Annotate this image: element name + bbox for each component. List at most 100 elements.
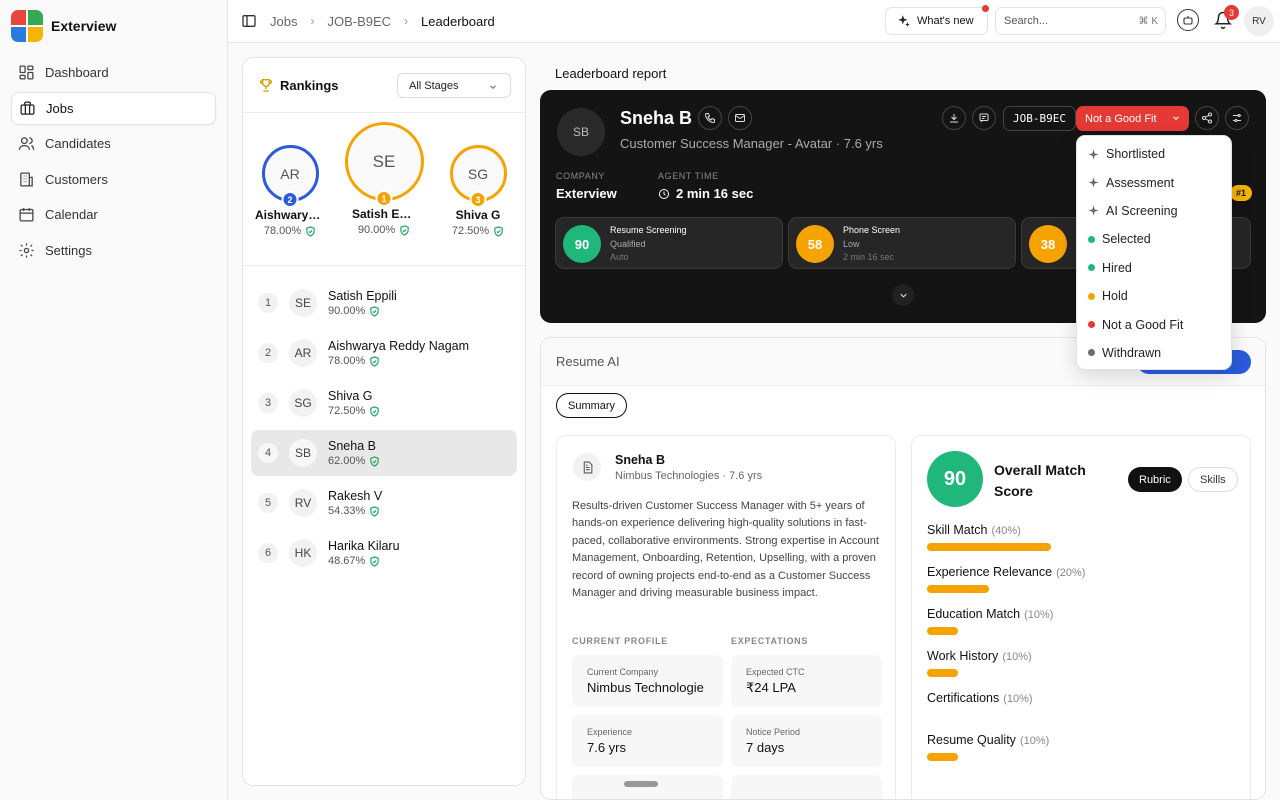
- menu-item-selected[interactable]: Selected: [1077, 225, 1231, 253]
- resume-ai-card: Resume AI Summary Sneha B Nimbus Technol…: [540, 337, 1266, 800]
- shield-check-icon: [370, 455, 380, 467]
- criterion-weight: (40%): [991, 525, 1021, 537]
- filter-settings-button[interactable]: [1225, 106, 1249, 130]
- menu-item-not-a-good-fit[interactable]: Not a Good Fit: [1077, 310, 1231, 338]
- stage-score: 58: [796, 225, 834, 263]
- search-input[interactable]: Search... ⌘ K: [995, 7, 1166, 35]
- breadcrumb-jobs[interactable]: Jobs: [270, 14, 297, 29]
- stage-title: Phone Screen: [843, 225, 901, 235]
- avatar-initials: AR: [280, 165, 300, 182]
- email-button[interactable]: [728, 106, 752, 130]
- score-value: 90.00%: [357, 224, 396, 236]
- stage-filter-select[interactable]: All Stages: [397, 73, 511, 98]
- podium-name: Shiva G: [455, 208, 501, 222]
- menu-item-label: Assessment: [1106, 175, 1175, 190]
- list-item[interactable]: 3 SG Shiva G 72.50%: [251, 380, 517, 426]
- phone-button[interactable]: [698, 106, 722, 130]
- sidebar-item-jobs[interactable]: Jobs: [11, 91, 216, 125]
- company-label: COMPANY: [556, 171, 606, 181]
- notice-period-field: Notice Period 7 days: [731, 715, 882, 767]
- menu-item-assessment[interactable]: Assessment: [1077, 168, 1231, 196]
- criterion-bar: [927, 753, 958, 761]
- podium-second[interactable]: AR 2 Aishwarya Reddy Nagam 78.00%: [255, 145, 325, 237]
- notes-button[interactable]: [972, 106, 996, 130]
- sparkle-icon: [1088, 205, 1099, 217]
- sidebar-item-customers[interactable]: Customers: [11, 163, 216, 196]
- rank-number: 4: [258, 443, 278, 463]
- avatar: HK: [289, 539, 317, 567]
- avatar-initials: SG: [467, 165, 489, 182]
- sidebar-toggle-icon[interactable]: [241, 13, 257, 29]
- breadcrumb-job-id[interactable]: JOB-B9EC: [327, 14, 391, 29]
- list-item[interactable]: 5 RV Rakesh V 54.33%: [251, 480, 517, 526]
- criterion-name: Work History: [927, 649, 999, 663]
- scroll-indicator[interactable]: [624, 781, 658, 787]
- stage-score: 90: [563, 225, 601, 263]
- score-value: 78.00%: [263, 225, 302, 237]
- field-value: Nimbus Technologie: [587, 680, 704, 695]
- sparkle-icon: [1088, 149, 1099, 160]
- chevron-down-icon: [899, 293, 907, 298]
- stage-card-resume-screening[interactable]: 90 Resume Screening Qualified Auto: [555, 217, 783, 269]
- menu-item-shortlisted[interactable]: Shortlisted: [1077, 140, 1231, 168]
- criterion-bar: [927, 543, 1051, 551]
- menu-item-hired[interactable]: Hired: [1077, 254, 1231, 282]
- stage-title: Resume Screening: [610, 225, 687, 235]
- criterion-education-match: Education Match (10%): [927, 606, 1053, 635]
- download-button[interactable]: [942, 106, 966, 130]
- score-value: 72.50%: [451, 225, 490, 237]
- avatar: SB: [557, 108, 605, 156]
- agent-time-value: 2 min 16 sec: [676, 186, 754, 201]
- brand[interactable]: Exterview: [0, 0, 227, 52]
- agent-time: 2 min 16 sec: [658, 186, 753, 201]
- tab-summary[interactable]: Summary: [556, 393, 628, 418]
- menu-item-withdrawn[interactable]: Withdrawn: [1077, 339, 1231, 367]
- menu-item-label: Selected: [1102, 232, 1151, 247]
- rankings-title: Rankings: [280, 77, 339, 93]
- user-avatar[interactable]: RV: [1244, 6, 1274, 36]
- stage-detail: Auto: [610, 252, 629, 262]
- whats-new-button[interactable]: What's new: [885, 5, 989, 35]
- menu-item-label: Withdrawn: [1102, 345, 1162, 360]
- list-item[interactable]: 6 HK Harika Kilaru 48.67%: [251, 530, 517, 576]
- expand-button[interactable]: [892, 284, 914, 306]
- shield-check-icon: [494, 225, 503, 237]
- criterion-certifications: Certifications (10%): [927, 690, 1033, 719]
- sidebar-item-settings[interactable]: Settings: [11, 234, 216, 267]
- stage-card-phone-screen[interactable]: 58 Phone Screen Low 2 min 16 sec: [788, 217, 1016, 269]
- download-icon: [950, 114, 958, 123]
- criterion-name: Education Match: [927, 607, 1021, 621]
- tab-skills[interactable]: Skills: [1188, 467, 1238, 492]
- list-item[interactable]: 2 AR Aishwarya Reddy Nagam 78.00%: [251, 330, 517, 376]
- company-value: Exterview: [556, 186, 617, 201]
- status-dropdown-button[interactable]: Not a Good Fit: [1076, 106, 1189, 131]
- criterion-bar: [927, 669, 958, 677]
- menu-item-ai-screening[interactable]: AI Screening: [1077, 197, 1231, 225]
- share-button[interactable]: [1195, 106, 1219, 130]
- status-dot: [1088, 264, 1095, 272]
- sidebar-item-dashboard[interactable]: Dashboard: [11, 56, 216, 89]
- status-menu: Shortlisted Assessment AI Screening Sele…: [1076, 135, 1232, 370]
- podium-third[interactable]: SG 3 Shiva G 72.50%: [443, 145, 513, 237]
- podium-score: 78.00%: [255, 225, 325, 237]
- rank-number: 6: [258, 543, 278, 563]
- sidebar-item-calendar[interactable]: Calendar: [11, 198, 216, 231]
- sidebar-item-candidates[interactable]: Candidates: [11, 127, 216, 160]
- criterion-experience-relevance: Experience Relevance (20%): [927, 564, 1085, 593]
- podium-first[interactable]: SE 1 Satish Eppili 90.00%: [343, 122, 425, 236]
- agent-time-label: AGENT TIME: [658, 171, 719, 181]
- candidate-name: Sneha B: [328, 439, 376, 453]
- report-title: Leaderboard report: [555, 66, 667, 81]
- avatar: RV: [289, 489, 317, 517]
- podium-name: Satish Eppili: [352, 207, 416, 221]
- criterion-bar: [927, 627, 958, 635]
- list-item[interactable]: 1 SE Satish Eppili 90.00%: [251, 280, 517, 326]
- score-value: 54.33%: [328, 505, 366, 517]
- assistant-bot-icon[interactable]: [1177, 9, 1199, 31]
- tab-rubric[interactable]: Rubric: [1128, 467, 1182, 492]
- menu-item-hold[interactable]: Hold: [1077, 282, 1231, 310]
- info-box-placeholder: [731, 775, 882, 799]
- sparkle-icon: [898, 15, 910, 27]
- rank-number: 1: [258, 293, 278, 313]
- list-item-selected[interactable]: 4 SB Sneha B 62.00%: [251, 430, 517, 476]
